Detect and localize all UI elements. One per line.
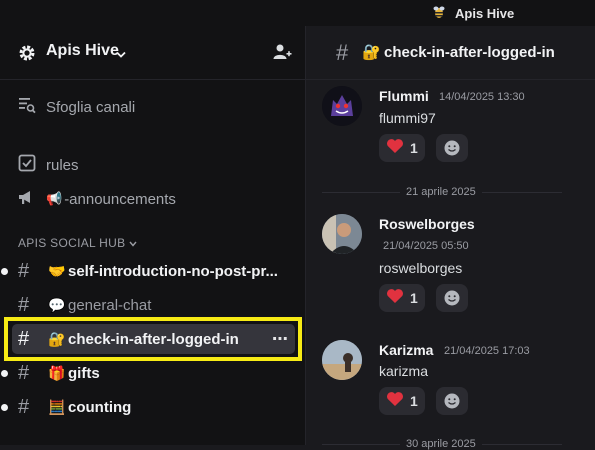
browse-channels-button[interactable]: Sfoglia canali — [18, 96, 135, 118]
avatar[interactable] — [322, 340, 362, 380]
reaction-heart[interactable]: 1 — [379, 134, 425, 162]
hash-icon: # — [18, 395, 30, 418]
more-options-button[interactable]: ⋯ — [272, 329, 289, 349]
channel-emoji: 🤝 — [48, 262, 66, 279]
smiley-icon — [444, 393, 460, 409]
channel-label: -announcements — [64, 190, 176, 208]
server-name: Apis Hive — [46, 42, 119, 59]
photo-avatar-icon — [322, 340, 362, 380]
megaphone-icon — [18, 188, 38, 210]
window-title-text: Apis Hive — [455, 6, 515, 21]
chevron-down-icon — [116, 46, 126, 64]
smiley-icon — [444, 140, 460, 156]
invite-people-button[interactable] — [272, 42, 292, 67]
message-author[interactable]: Karizma — [379, 342, 433, 358]
bee-icon — [432, 5, 446, 22]
channel-header: # 🔐 check-in-after-logged-in — [306, 26, 595, 80]
channel-check-in-after-logged-in[interactable]: # 🔐 check-in-after-logged-in ⋯ — [0, 322, 305, 356]
chat-panel: # 🔐 check-in-after-logged-in Flummi 14/0… — [305, 26, 595, 450]
photo-avatar-icon — [322, 214, 362, 254]
category-title: APIS SOCIAL HUB — [18, 236, 126, 250]
date-divider-label: 30 aprile 2025 — [400, 438, 482, 450]
message-content: flummi97 — [379, 110, 436, 126]
browse-channels-label: Sfoglia canali — [46, 98, 136, 116]
gengar-avatar-icon — [322, 86, 362, 126]
channel-label: rules — [46, 156, 79, 174]
smiley-icon — [444, 290, 460, 306]
reaction-heart[interactable]: 1 — [379, 387, 425, 415]
unread-indicator — [1, 403, 8, 411]
channel-rules[interactable]: rules — [18, 154, 79, 176]
browse-channels-icon — [18, 96, 36, 118]
hash-icon: # — [18, 327, 30, 350]
channel-emoji: 🧮 — [48, 398, 66, 415]
message-timestamp: 21/04/2025 05:50 — [383, 240, 469, 252]
channel-emoji: 🎁 — [48, 364, 66, 381]
add-reaction-button[interactable] — [436, 387, 468, 415]
channel-emoji: 🔐 — [362, 44, 381, 61]
channel-self-introduction[interactable]: # 🤝 self-introduction-no-post-pr... — [0, 254, 305, 288]
channel-emoji: 💬 — [48, 296, 66, 313]
reaction-count: 1 — [410, 290, 418, 306]
chevron-down-icon — [129, 236, 137, 250]
hash-icon: # — [336, 40, 349, 65]
heart-icon — [386, 288, 404, 309]
server-header[interactable]: Apis Hive — [0, 26, 305, 80]
reaction-count: 1 — [410, 140, 418, 156]
message-author[interactable]: Roswelborges — [379, 216, 475, 232]
avatar[interactable] — [322, 214, 362, 254]
message-timestamp: 21/04/2025 17:03 — [444, 345, 530, 357]
channel-label: gifts — [68, 364, 100, 382]
heart-icon — [386, 138, 404, 159]
channel-label: counting — [68, 398, 132, 416]
rules-checkbox-icon — [18, 154, 36, 176]
megaphone-emoji: 📢 — [46, 191, 63, 206]
unread-indicator — [1, 369, 8, 377]
category-header[interactable]: APIS SOCIAL HUB — [18, 236, 137, 250]
message-author[interactable]: Flummi — [379, 88, 429, 104]
reaction-count: 1 — [410, 393, 418, 409]
window-title: Apis Hive — [432, 5, 514, 22]
hash-icon: # — [18, 259, 30, 282]
add-reaction-button[interactable] — [436, 284, 468, 312]
channel-counting[interactable]: # 🧮 counting — [0, 390, 305, 424]
title-bar: Apis Hive — [0, 0, 595, 26]
add-user-icon — [273, 44, 292, 59]
heart-icon — [386, 391, 404, 412]
channel-label: general-chat — [68, 296, 152, 314]
server-gear-icon — [18, 44, 36, 67]
avatar[interactable] — [322, 86, 362, 126]
hash-icon: # — [18, 361, 30, 384]
channel-announcements[interactable]: 📢 -announcements — [18, 188, 176, 210]
date-divider-label: 21 aprile 2025 — [400, 186, 482, 198]
channel-label: self-introduction-no-post-pr... — [68, 262, 278, 280]
message-timestamp: 14/04/2025 13:30 — [439, 91, 525, 103]
channel-label: check-in-after-logged-in — [68, 330, 239, 348]
message-content: karizma — [379, 363, 429, 379]
hash-icon: # — [18, 293, 30, 316]
unread-indicator — [1, 267, 8, 275]
reaction-heart[interactable]: 1 — [379, 284, 425, 312]
channel-gifts[interactable]: # 🎁 gifts — [0, 356, 305, 390]
message-content: roswelborges — [379, 260, 463, 276]
channel-emoji: 🔐 — [48, 330, 66, 347]
channel-sidebar: Apis Hive Sfoglia canali rules 📢 -announ… — [0, 26, 305, 445]
add-reaction-button[interactable] — [436, 134, 468, 162]
channel-title: check-in-after-logged-in — [384, 44, 555, 61]
